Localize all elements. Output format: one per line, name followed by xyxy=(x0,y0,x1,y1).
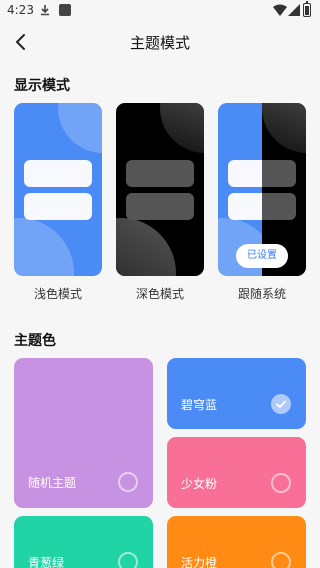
status-bar: 4:23 xyxy=(0,0,320,22)
signal-icon xyxy=(288,4,300,16)
theme-tile-label: 活力橙 xyxy=(181,556,218,568)
download-icon xyxy=(41,5,49,16)
theme-tile-label: 随机主题 xyxy=(28,476,77,490)
theme-tile-label: 青葱绿 xyxy=(28,556,65,568)
display-mode-section-title: 显示模式 xyxy=(14,78,70,94)
page-title: 主题模式 xyxy=(129,34,190,52)
theme-color-section-title: 主题色 xyxy=(14,333,56,349)
mode-follow-label: 跟随系统 xyxy=(237,287,286,301)
mode-dark-option[interactable]: 深色模式 xyxy=(116,103,204,302)
theme-tile-label: 碧穹蓝 xyxy=(181,398,218,412)
wifi-icon xyxy=(273,4,287,16)
status-time: 4:23 xyxy=(7,3,34,17)
radio-unchecked-icon xyxy=(118,552,138,568)
radio-unchecked-icon xyxy=(271,552,291,568)
follow-system-preview: 已设置 xyxy=(218,103,306,276)
theme-tile-orange[interactable]: 活力橙 xyxy=(167,516,306,568)
theme-tile-green[interactable]: 青葱绿 xyxy=(14,516,153,568)
radio-unchecked-icon xyxy=(271,473,291,493)
mode-light-label: 浅色模式 xyxy=(33,287,82,301)
theme-tile-blue[interactable]: 碧穹蓝 xyxy=(167,358,306,429)
mode-dark-label: 深色模式 xyxy=(135,287,184,301)
radio-unchecked-icon xyxy=(118,472,138,492)
check-icon xyxy=(271,394,291,414)
app-notification-icon xyxy=(59,4,71,16)
theme-tile-pink[interactable]: 少女粉 xyxy=(167,437,306,508)
light-mode-preview xyxy=(14,103,102,276)
theme-tile-label: 少女粉 xyxy=(181,477,218,491)
header: 主题模式 xyxy=(0,22,320,62)
theme-tile-random[interactable]: 随机主题 xyxy=(14,358,153,508)
selected-badge: 已设置 xyxy=(236,244,288,268)
battery-icon xyxy=(303,1,311,17)
mode-light-option[interactable]: 浅色模式 xyxy=(14,103,102,302)
dark-mode-preview xyxy=(116,103,204,276)
mode-follow-system-option[interactable]: 已设置 跟随系统 xyxy=(218,103,306,302)
